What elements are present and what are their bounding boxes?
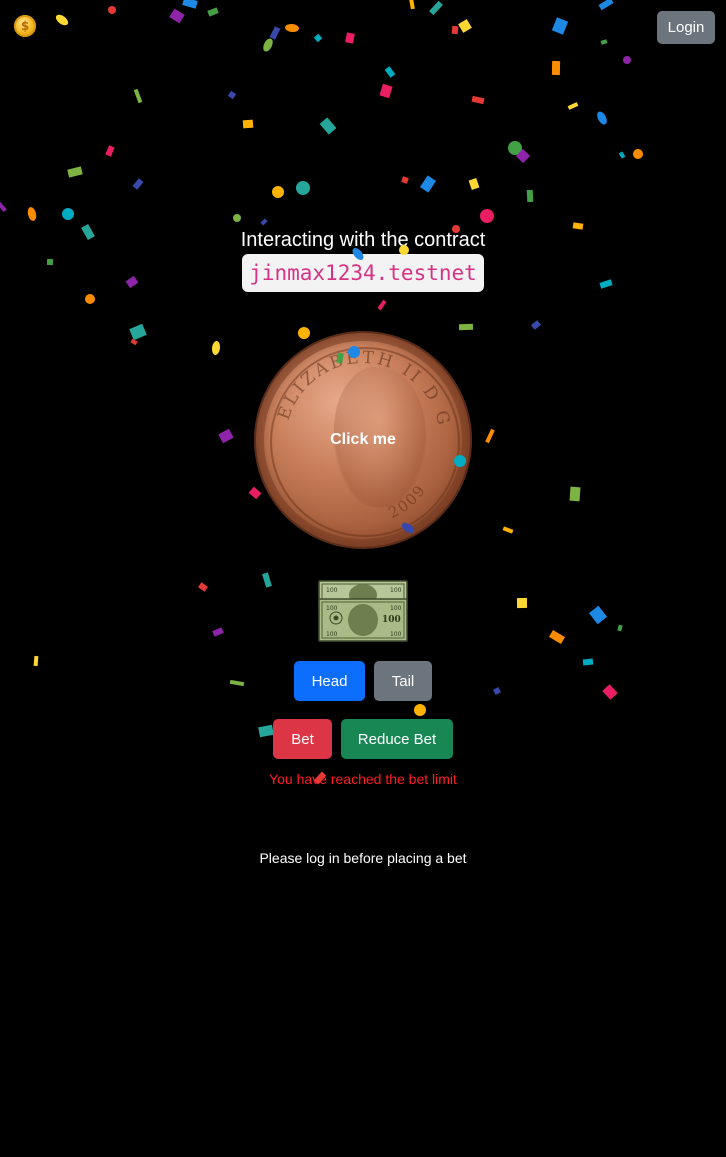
confetti-piece [33, 655, 39, 667]
bet-limit-message: You have reached the bet limit [269, 771, 457, 787]
confetti-piece [212, 627, 224, 637]
confetti-piece [384, 66, 396, 78]
confetti-piece [62, 208, 74, 220]
confetti-piece [468, 177, 480, 191]
confetti-piece [67, 166, 83, 178]
confetti-piece [27, 207, 37, 221]
confetti-piece [588, 605, 608, 625]
head-button[interactable]: Head [294, 661, 365, 701]
confetti-piece [597, 111, 607, 125]
login-button[interactable]: Login [657, 11, 715, 44]
confetti-piece [263, 38, 273, 52]
svg-text:100: 100 [390, 631, 402, 638]
confetti-piece [526, 189, 534, 203]
coin-logo-icon[interactable]: $ [14, 15, 36, 37]
confetti-piece [319, 117, 337, 135]
confetti-piece [272, 186, 284, 198]
svg-text:2009: 2009 [386, 481, 430, 522]
confetti-piece [262, 572, 272, 588]
confetti-piece [182, 0, 198, 9]
confetti-piece [471, 95, 485, 105]
confetti-piece [132, 178, 144, 190]
confetti-piece [419, 175, 437, 193]
confetti-piece [133, 88, 143, 104]
svg-text:100: 100 [390, 605, 402, 612]
logo-glyph: $ [20, 19, 30, 33]
confetti-piece [105, 145, 115, 157]
svg-text:100: 100 [382, 615, 401, 625]
confetti-piece [516, 597, 528, 609]
confetti-piece [531, 320, 541, 330]
confetti-piece [0, 201, 7, 213]
svg-text:100: 100 [326, 587, 338, 594]
confetti-piece [296, 181, 310, 195]
confetti-piece [492, 686, 502, 696]
confetti-piece [345, 32, 355, 44]
confetti-piece [502, 526, 514, 534]
confetti-piece [379, 83, 393, 99]
confetti-piece [85, 294, 95, 304]
confetti-piece [414, 704, 426, 716]
confetti-piece [569, 486, 581, 502]
confetti-piece [260, 218, 268, 226]
confetti-piece [211, 341, 221, 355]
confetti-piece [313, 33, 323, 43]
login-required-message: Please log in before placing a bet [259, 850, 467, 866]
confetti-piece [551, 60, 561, 76]
confetti-overlay [0, 0, 643, 785]
reduce-bet-button[interactable]: Reduce Bet [341, 719, 453, 759]
confetti-piece [207, 7, 219, 17]
confetti-piece [633, 149, 643, 159]
confetti-piece [618, 151, 626, 159]
coin-click-label[interactable]: Click me [0, 431, 726, 449]
confetti-piece [55, 14, 69, 26]
confetti-piece [567, 102, 579, 110]
confetti-piece [129, 323, 147, 341]
confetti-piece [198, 582, 208, 592]
confetti-piece [409, 0, 415, 10]
confetti-piece [600, 39, 608, 45]
confetti-piece [130, 338, 138, 346]
money-icon: 100 100 100 100 100 100 100 [318, 580, 408, 642]
confetti-piece [548, 629, 566, 645]
confetti-piece [515, 148, 531, 164]
confetti-piece [582, 658, 594, 666]
confetti-piece [480, 209, 494, 223]
page: $ Login Interacting with the contract ji… [0, 0, 726, 1157]
confetti-piece [458, 19, 472, 33]
confetti-piece [285, 23, 299, 33]
confetti-piece [377, 299, 387, 311]
confetti-piece [429, 0, 443, 16]
confetti-piece [229, 679, 245, 687]
svg-text:100: 100 [326, 631, 338, 638]
confetti-piece [227, 90, 237, 100]
svg-text:ELIZABETH II D G REG F D: ELIZABETH II D G REG F D [256, 333, 455, 437]
svg-text:100: 100 [326, 605, 338, 612]
confetti-piece [269, 26, 281, 40]
confetti-piece [169, 8, 185, 24]
confetti-piece [508, 141, 522, 155]
confetti-piece [258, 724, 274, 738]
bet-button[interactable]: Bet [273, 719, 332, 759]
contract-name-wrap: jinmax1234.testnet [0, 254, 726, 292]
confetti-piece [242, 119, 254, 129]
confetti-piece [623, 56, 631, 64]
confetti-piece [233, 214, 241, 222]
contract-heading: Interacting with the contract [240, 229, 486, 251]
confetti-piece [451, 25, 459, 35]
confetti-piece [598, 0, 614, 11]
confetti-piece [401, 176, 409, 184]
svg-text:100: 100 [390, 587, 402, 594]
confetti-piece [551, 17, 569, 35]
confetti-piece [458, 323, 474, 331]
tail-button[interactable]: Tail [374, 661, 432, 701]
confetti-piece [108, 6, 116, 14]
confetti-piece [602, 684, 618, 700]
contract-name: jinmax1234.testnet [242, 254, 484, 292]
confetti-piece [617, 624, 623, 632]
